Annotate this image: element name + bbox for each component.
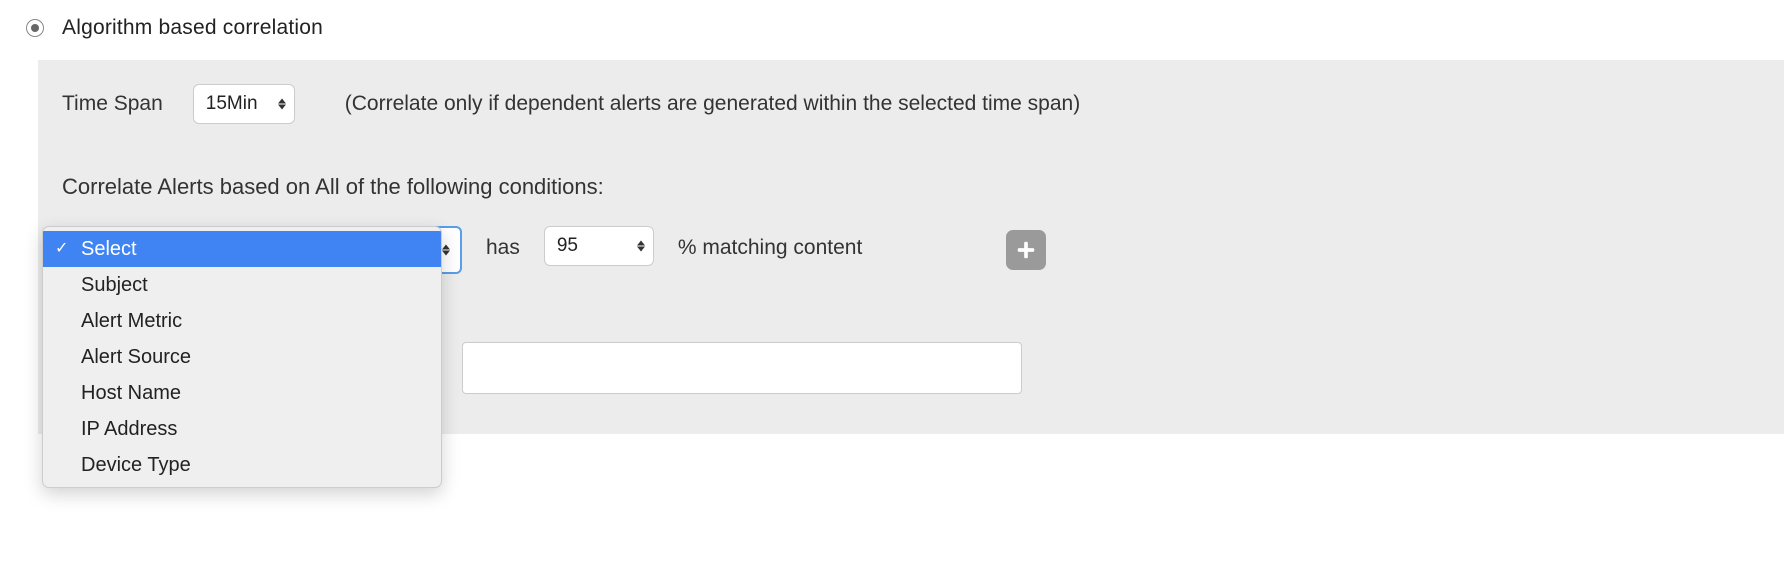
conditions-header: Correlate Alerts based on All of the fol…	[62, 174, 1760, 200]
timespan-hint: (Correlate only if dependent alerts are …	[345, 92, 1080, 116]
timespan-label: Time Span	[62, 92, 163, 116]
timespan-select[interactable]: 15Min	[193, 84, 295, 124]
dropdown-option-label: Alert Source	[81, 346, 191, 368]
dropdown-option-select[interactable]: ✓ Select	[43, 231, 441, 267]
correlation-panel: Time Span 15Min (Correlate only if depen…	[38, 60, 1784, 434]
radio-selected-dot	[31, 24, 39, 32]
dropdown-option-alert-metric[interactable]: Alert Metric	[43, 303, 441, 339]
dropdown-option-device-type[interactable]: Device Type	[43, 447, 441, 483]
add-condition-button[interactable]	[1006, 230, 1046, 270]
dropdown-option-label: Alert Metric	[81, 310, 182, 332]
dropdown-option-label: Host Name	[81, 382, 181, 404]
timespan-value: 15Min	[206, 93, 258, 115]
dropdown-option-alert-source[interactable]: Alert Source	[43, 339, 441, 375]
select-arrows-icon	[637, 241, 645, 252]
condition-text-input[interactable]	[462, 342, 1022, 394]
plus-icon	[1015, 239, 1037, 261]
dropdown-option-label: Device Type	[81, 454, 191, 476]
dropdown-option-host-name[interactable]: Host Name	[43, 375, 441, 411]
dropdown-option-label: Subject	[81, 274, 148, 296]
correlation-type-label: Algorithm based correlation	[62, 16, 323, 40]
dropdown-option-ip-address[interactable]: IP Address	[43, 411, 441, 447]
check-icon: ✓	[55, 237, 68, 261]
select-arrows-icon	[278, 99, 286, 110]
percent-select[interactable]: 95	[544, 226, 654, 266]
percent-suffix: % matching content	[678, 226, 862, 260]
correlation-type-radio[interactable]	[26, 19, 44, 37]
percent-value: 95	[557, 235, 578, 257]
field-select-dropdown: ✓ Select Subject Alert Metric Alert Sour…	[42, 226, 442, 488]
dropdown-option-subject[interactable]: Subject	[43, 267, 441, 303]
dropdown-option-label: Select	[81, 238, 137, 260]
operator-label: has	[486, 226, 520, 260]
dropdown-option-label: IP Address	[81, 418, 177, 440]
select-arrows-icon	[442, 245, 450, 256]
